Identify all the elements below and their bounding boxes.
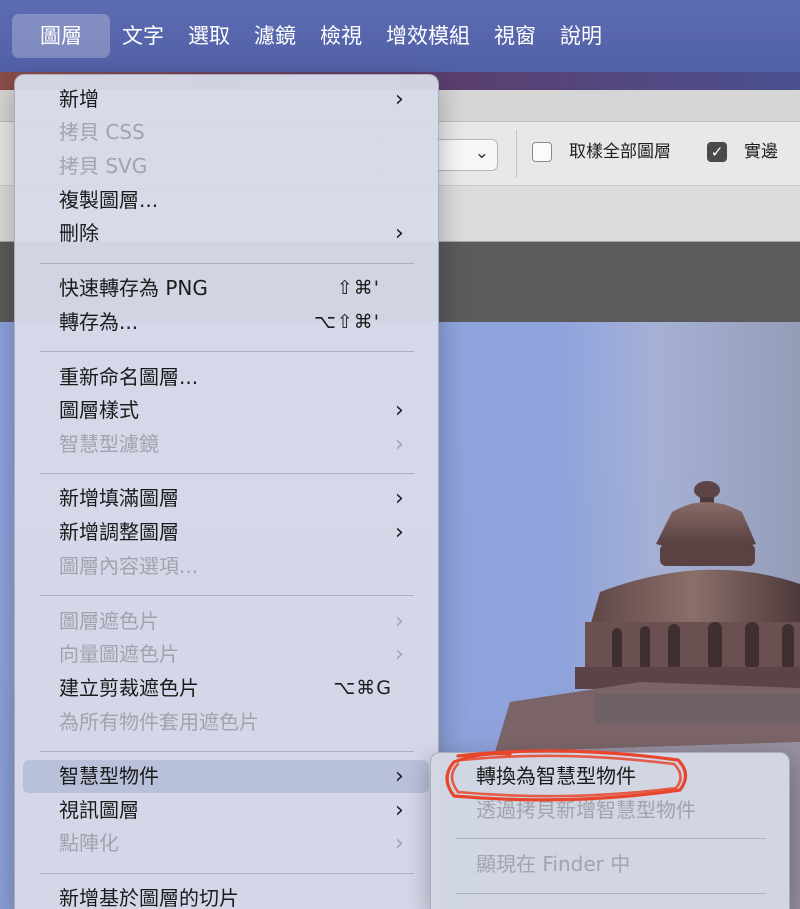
menu-item-label: 拷貝 CSS — [59, 120, 145, 144]
menu-item-rasterize: 點陣化 › — [15, 827, 438, 860]
menu-item-layer-content-options: 圖層內容選項... — [15, 550, 438, 583]
menu-separator — [40, 751, 414, 752]
menu-item-duplicate-layer[interactable]: 複製圖層... — [15, 184, 438, 217]
menu-item-shortcut: ⌥⇧⌘' — [313, 311, 380, 333]
chevron-right-icon: › — [395, 87, 404, 112]
chevron-right-icon: › — [395, 520, 404, 545]
menu-item-label: 圖層內容選項... — [59, 554, 199, 578]
smart-object-submenu: 轉換為智慧型物件 透過拷貝新增智慧型物件 顯現在 Finder 中 — [430, 752, 790, 909]
menu-item-label: 複製圖層... — [59, 188, 159, 212]
checkmark-icon: ✓ — [710, 143, 724, 161]
menu-item-vector-mask: 向量圖遮色片 › — [15, 638, 438, 671]
menu-item-label: 點陣化 — [59, 831, 119, 855]
submenu-item-convert-to-smart-object[interactable]: 轉換為智慧型物件 — [431, 760, 789, 793]
menu-separator — [40, 873, 414, 874]
menu-item-label: 為所有物件套用遮色片 — [59, 710, 259, 734]
menu-item-label: 智慧型物件 — [59, 764, 159, 788]
submenu-item-label: 轉換為智慧型物件 — [476, 764, 636, 788]
menu-item-mask-all-objects: 為所有物件套用遮色片 — [15, 706, 438, 739]
chevron-right-icon: › — [395, 798, 404, 823]
menu-item-smart-objects[interactable]: 智慧型物件 › — [23, 760, 429, 793]
chevron-right-icon: › — [395, 764, 404, 789]
menu-item-smart-filter: 智慧型濾鏡 › — [15, 428, 438, 461]
menu-item-label: 新增調整圖層 — [59, 520, 179, 544]
menu-item-export-as[interactable]: 轉存為... ⌥⇧⌘' — [15, 306, 438, 339]
menu-item-delete[interactable]: 刪除 › — [15, 217, 438, 250]
menubar-layer[interactable]: 圖層 — [12, 14, 110, 58]
menubar-window[interactable]: 視窗 — [482, 14, 548, 58]
menu-item-label: 新增基於圖層的切片 — [59, 886, 239, 909]
menu-separator — [40, 351, 414, 352]
menu-item-label: 向量圖遮色片 — [59, 642, 179, 666]
menu-item-label: 拷貝 SVG — [59, 154, 148, 178]
chevron-right-icon: › — [395, 432, 404, 457]
antialias-checkbox[interactable]: ✓ — [707, 142, 727, 162]
menubar-filter[interactable]: 濾鏡 — [242, 14, 308, 58]
submenu-item-reveal-in-finder: 顯現在 Finder 中 — [431, 848, 789, 881]
menu-item-label: 重新命名圖層... — [59, 365, 199, 389]
menu-item-label: 新增填滿圖層 — [59, 486, 179, 510]
menu-item-create-clipping-mask[interactable]: 建立剪裁遮色片 ⌥⌘G — [15, 672, 438, 705]
menu-separator — [456, 838, 766, 839]
menu-item-new-fill-layer[interactable]: 新增填滿圖層 › — [15, 482, 438, 515]
menu-item-layer-mask: 圖層遮色片 › — [15, 605, 438, 638]
menu-item-label: 快速轉存為 PNG — [59, 276, 208, 300]
menubar-type[interactable]: 文字 — [110, 14, 176, 58]
menu-item-new-layer-based-slice[interactable]: 新增基於圖層的切片 — [15, 882, 438, 909]
menu-item-video-layers[interactable]: 視訊圖層 › — [15, 794, 438, 827]
chevron-right-icon: › — [395, 642, 404, 667]
menu-item-label: 圖層樣式 — [59, 398, 139, 422]
menubar-select[interactable]: 選取 — [176, 14, 242, 58]
menu-separator — [456, 893, 766, 894]
chevron-down-icon: ⌄ — [474, 143, 489, 163]
menu-item-shortcut: ⇧⌘' — [336, 277, 380, 299]
menu-item-label: 視訊圖層 — [59, 798, 139, 822]
menu-separator — [40, 263, 414, 264]
chevron-right-icon: › — [395, 609, 404, 634]
submenu-item-new-smart-object-via-copy: 透過拷貝新增智慧型物件 — [431, 794, 789, 827]
menu-item-label: 刪除 — [59, 221, 99, 245]
menu-item-layer-style[interactable]: 圖層樣式 › — [15, 394, 438, 427]
menu-separator — [40, 595, 414, 596]
submenu-item-label: 顯現在 Finder 中 — [476, 852, 631, 876]
menu-item-quick-export-png[interactable]: 快速轉存為 PNG ⇧⌘' — [15, 272, 438, 305]
sample-all-layers-label: 取樣全部圖層 — [569, 142, 671, 162]
layer-menu: 新增 › 拷貝 CSS 拷貝 SVG 複製圖層... 刪除 › 快速轉存為 PN… — [14, 74, 439, 909]
chevron-right-icon: › — [395, 221, 404, 246]
menu-item-rename-layer[interactable]: 重新命名圖層... — [15, 361, 438, 394]
menubar-view[interactable]: 檢視 — [308, 14, 374, 58]
menu-item-label: 智慧型濾鏡 — [59, 432, 159, 456]
chevron-right-icon: › — [395, 486, 404, 511]
menubar-plugins[interactable]: 增效模組 — [374, 14, 482, 58]
menu-item-shortcut: ⌥⌘G — [333, 677, 392, 699]
chevron-right-icon: › — [395, 831, 404, 856]
menubar-help[interactable]: 說明 — [548, 14, 614, 58]
menu-item-new[interactable]: 新增 › — [15, 83, 438, 116]
menu-item-new-adjustment-layer[interactable]: 新增調整圖層 › — [15, 516, 438, 549]
menu-item-label: 建立剪裁遮色片 — [59, 676, 199, 700]
antialias-label: 實邊 — [744, 142, 778, 162]
options-divider — [516, 130, 517, 178]
menu-item-copy-svg: 拷貝 SVG — [15, 150, 438, 183]
chevron-right-icon: › — [395, 398, 404, 423]
menu-item-copy-css: 拷貝 CSS — [15, 116, 438, 149]
menu-separator — [40, 473, 414, 474]
menu-item-label: 新增 — [59, 87, 99, 111]
sample-all-layers-checkbox[interactable] — [532, 142, 552, 162]
menu-item-label: 圖層遮色片 — [59, 609, 159, 633]
submenu-item-label: 透過拷貝新增智慧型物件 — [476, 798, 696, 822]
menubar: 圖層 文字 選取 濾鏡 檢視 增效模組 視窗 說明 — [0, 0, 800, 72]
menu-item-label: 轉存為... — [59, 310, 139, 334]
